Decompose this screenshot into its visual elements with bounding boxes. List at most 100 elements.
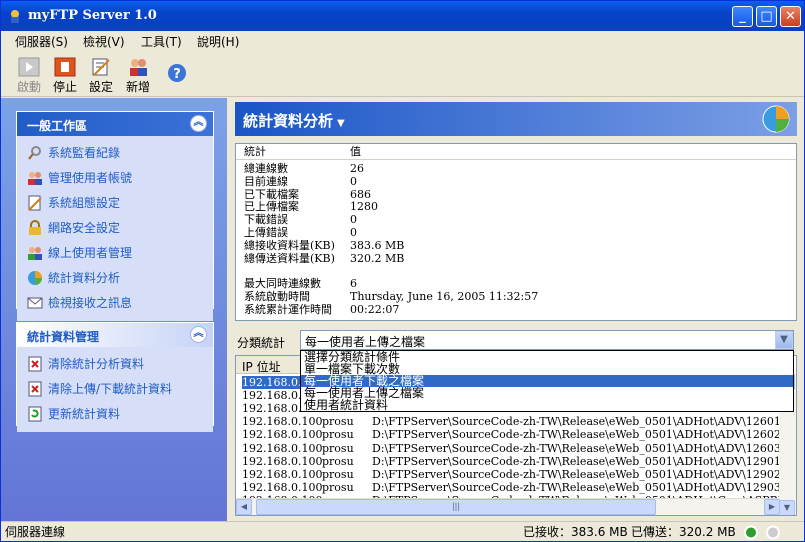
row-user: prosu: [322, 454, 354, 468]
row-file: D:\FTPServer\SourceCode-zh-TW\Release\eW…: [372, 454, 797, 468]
stat-label: 總接收資料量(KB): [244, 238, 335, 252]
message-icon: [27, 297, 43, 308]
minimize-button[interactable]: _: [732, 6, 753, 27]
group-header[interactable]: 一般工作區 ︽: [17, 112, 213, 136]
row-ip: 192.168.0.100: [242, 480, 323, 494]
close-button[interactable]: ✕: [780, 6, 801, 27]
stat-label: 已上傳檔案: [244, 200, 299, 214]
menu-server[interactable]: 伺服器(S): [15, 33, 68, 50]
row-ip: 192.168.0.1: [242, 402, 309, 416]
row-file: D:\FTPServer\SourceCode-zh-TW\Release\eW…: [372, 441, 797, 455]
status-sent: 已傳送：320.2 MB: [631, 525, 736, 539]
stat-value: 6: [350, 277, 357, 291]
content-header[interactable]: 統計資料分析 ▼: [235, 102, 797, 136]
page-title: 統計資料分析: [243, 112, 334, 130]
start-button[interactable]: 啟動: [12, 55, 46, 95]
stat-value: 0: [350, 174, 357, 188]
classify-dropdown-list[interactable]: 選擇分類統計條件 單一檔案下載次數 每一使用者下載之檔案 每一使用者上傳之檔案 使用者統…: [300, 350, 794, 412]
scroll-thumb[interactable]: |||: [256, 499, 656, 515]
menu-help[interactable]: 說明(H): [197, 33, 239, 50]
horizontal-scrollbar[interactable]: ◀ ||| ▶: [236, 498, 780, 515]
scroll-down-icon[interactable]: ▼: [779, 500, 795, 515]
clear-icon: [28, 381, 42, 396]
row-ip: 192.168.0.100: [242, 467, 323, 481]
content-pane: 統計資料分析 ▼ 統計 值 總連線數 26 目前連線 0 已下載檔案 686 已上傳檔案 128…: [227, 98, 804, 521]
stat-label: 已下載檔案: [244, 187, 299, 201]
help-button[interactable]: ?: [160, 61, 194, 101]
sidebar-item-statistics[interactable]: 統計資料分析: [27, 265, 213, 290]
stats-header: 統計 值: [236, 144, 796, 160]
settings-icon: [92, 58, 110, 76]
stat-label: 系統啟動時間: [244, 290, 310, 303]
menu-tools[interactable]: 工具(T): [141, 33, 182, 50]
stats-table: 統計 值 總連線數 26 目前連線 0 已下載檔案 686 已上傳檔案 1280 下載錯誤 0 上傳…: [235, 143, 797, 321]
sidebar-item-manage-accounts[interactable]: 管理使用者帳號: [27, 165, 213, 190]
row-file: D:\FTPServer\SourceCode-zh-TW\Release\eW…: [372, 467, 797, 481]
row-user: prosu: [322, 480, 354, 494]
general-tasks-group: 一般工作區 ︽ 系統監看紀錄 管理使用者帳號 系統組態設定 網路安全設定 線上使…: [16, 111, 214, 321]
sidebar-item-online-users[interactable]: 線上使用者管理: [27, 240, 213, 265]
classify-select[interactable]: 每一使用者上傳之檔案 ▼: [300, 330, 794, 350]
classify-label: 分類統計: [237, 336, 286, 350]
row-user: prosu: [322, 441, 354, 455]
lock-icon: [29, 219, 41, 235]
stop-icon: [54, 57, 76, 77]
add-user-button[interactable]: 新增: [121, 55, 155, 95]
stat-label: 總傳送資料量(KB): [244, 251, 335, 265]
stat-label: 總連線數: [244, 162, 288, 175]
title-bar[interactable]: myFTP Server 1.0 _ □ ✕: [1, 1, 804, 31]
row-user: prosu: [322, 415, 354, 429]
collapse-icon[interactable]: ︽: [190, 115, 207, 132]
stat-value: 0: [350, 226, 357, 239]
sidebar-item-system-log[interactable]: 系統監看紀錄: [27, 140, 213, 165]
settings-button[interactable]: 設定: [84, 55, 118, 95]
pie-chart-icon: [762, 105, 790, 133]
row-user: prosu: [322, 467, 354, 481]
sidebar-item-refresh-stats[interactable]: 更新統計資料: [27, 401, 213, 426]
play-icon: [18, 57, 40, 77]
row-ip: 192.168.0.1: [242, 389, 309, 403]
stat-value: 0: [350, 213, 357, 227]
menu-view[interactable]: 檢視(V): [83, 33, 125, 50]
dropdown-option[interactable]: 使用者統計資料: [301, 399, 793, 411]
svg-text:?: ?: [173, 67, 181, 82]
stat-label: 上傳錯誤: [244, 226, 288, 239]
stat-label: 目前連線: [244, 174, 288, 188]
maximize-button[interactable]: □: [756, 6, 777, 27]
scroll-left-icon[interactable]: ◀: [236, 499, 252, 515]
toolbar: 啟動 停止 設定 新增 ?: [1, 51, 804, 97]
task-pane: 一般工作區 ︽ 系統監看紀錄 管理使用者帳號 系統組態設定 網路安全設定 線上使…: [1, 98, 227, 521]
table-row[interactable]: 192.168.0.1: [242, 376, 308, 389]
stat-value: 26: [350, 162, 364, 175]
stat-value: 383.6 MB: [350, 238, 405, 252]
row-ip: 192.168.0.100: [242, 441, 323, 455]
row-ip: 192.168.0.100: [242, 415, 323, 429]
chevron-down-icon[interactable]: ▼: [775, 331, 793, 349]
stop-button[interactable]: 停止: [48, 55, 82, 95]
scroll-right-icon[interactable]: ▶: [764, 499, 780, 515]
help-icon: ?: [168, 64, 186, 82]
app-window: myFTP Server 1.0 _ □ ✕ 伺服器(S) 檢視(V) 工具(T…: [0, 0, 805, 542]
sidebar-item-clear-transfer-stats[interactable]: 清除上傳/下載統計資料: [27, 376, 213, 401]
sidebar-item-network-security[interactable]: 網路安全設定: [27, 215, 213, 240]
app-icon: [11, 10, 19, 23]
row-ip: 192.168.0.100: [242, 428, 323, 442]
row-file: D:\FTPServer\SourceCode-zh-TW\Release\eW…: [372, 415, 797, 429]
clear-icon: [28, 356, 42, 371]
sidebar-item-system-config[interactable]: 系統組態設定: [27, 190, 213, 215]
stat-value: 00:22:07: [350, 302, 400, 316]
pie-chart-icon: [28, 270, 42, 285]
sidebar-item-clear-stats[interactable]: 清除統計分析資料: [27, 351, 213, 376]
users-icon: [28, 171, 42, 185]
row-ip: 192.168.0.100: [242, 454, 323, 468]
stat-value: 1280: [350, 200, 378, 214]
row-file: D:\FTPServer\SourceCode-zh-TW\Release\eW…: [372, 480, 797, 494]
status-connection: 伺服器連線: [5, 525, 66, 539]
row-user: prosu: [322, 428, 354, 442]
collapse-icon[interactable]: ︽: [190, 326, 207, 343]
sidebar-item-received-messages[interactable]: 檢視接收之訊息: [27, 290, 213, 315]
group-header[interactable]: 統計資料管理 ︽: [17, 323, 213, 347]
refresh-icon: [28, 406, 42, 421]
stat-label: 最大同時連線數: [244, 277, 321, 291]
online-users-icon: [28, 246, 42, 260]
